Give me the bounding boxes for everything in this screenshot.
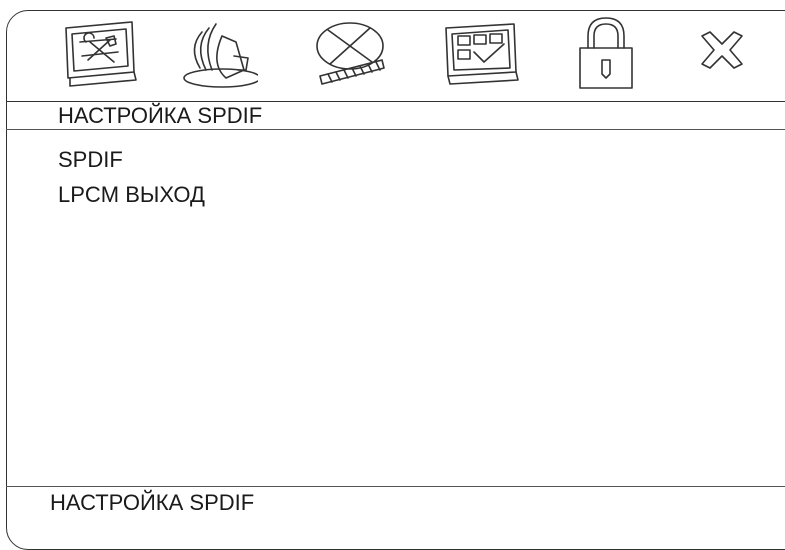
exit-icon — [701, 31, 743, 69]
tab-password[interactable] — [562, 12, 646, 92]
tab-video-setup[interactable] — [306, 12, 390, 92]
tab-general-setup[interactable] — [60, 12, 144, 92]
general-setup-icon — [65, 21, 137, 87]
password-lock-icon — [579, 17, 633, 89]
tab-exit[interactable] — [678, 12, 762, 92]
menu-item-spdif[interactable]: SPDIF — [58, 148, 123, 172]
video-setup-icon — [316, 22, 385, 85]
status-text: НАСТРОЙКА SPDIF — [50, 490, 255, 515]
status-divider — [6, 486, 785, 487]
preferences-icon — [445, 23, 519, 85]
page-title: НАСТРОЙКА SPDIF — [58, 103, 263, 128]
audio-setup-icon — [183, 23, 258, 88]
setup-tab-bar — [0, 0, 785, 100]
menu-item-lpcm-output[interactable]: LPCM ВЫХОД — [58, 183, 205, 207]
tab-bar-divider — [6, 101, 785, 102]
tab-preferences[interactable] — [440, 12, 524, 92]
tab-audio-setup[interactable] — [174, 12, 258, 92]
title-divider — [6, 129, 785, 130]
